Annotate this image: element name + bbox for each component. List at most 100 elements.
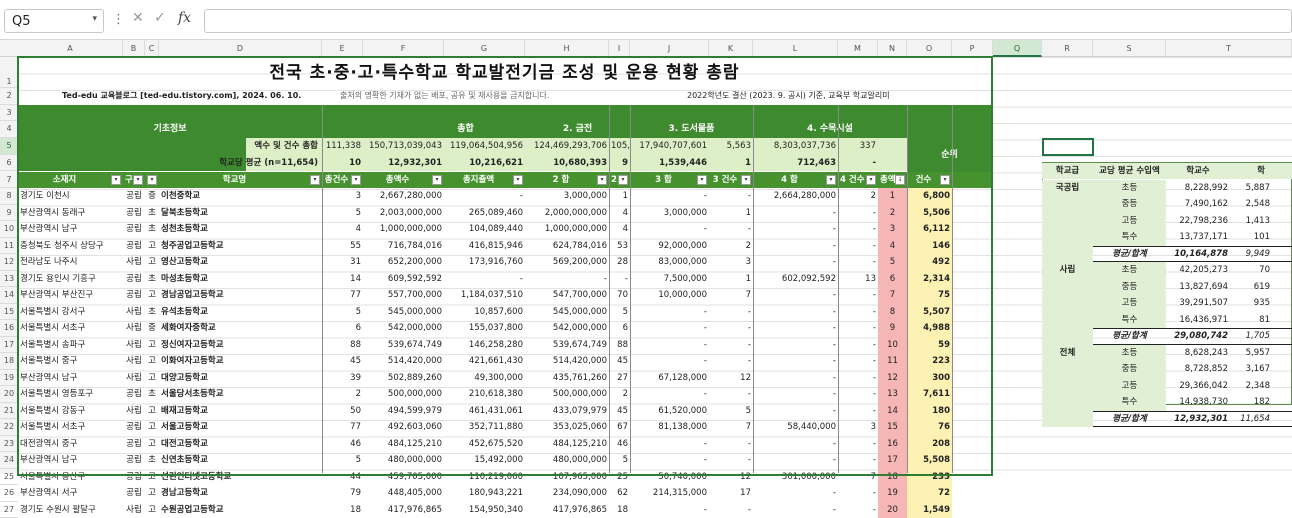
cell[interactable]: 2 <box>609 386 630 403</box>
cell[interactable]: 5 <box>609 304 630 321</box>
row-header-4[interactable]: 4 <box>0 121 18 139</box>
cell[interactable]: 18 <box>878 469 907 486</box>
cell[interactable]: 421,661,430 <box>444 353 525 370</box>
cell[interactable]: 624,784,016 <box>525 238 609 255</box>
cell[interactable]: 92,000,000 <box>630 238 709 255</box>
cell[interactable]: 83,000,000 <box>630 254 709 271</box>
cell[interactable]: 500,000,000 <box>525 386 609 403</box>
cell[interactable]: 고 <box>145 502 159 518</box>
cell[interactable]: 5,507 <box>907 304 952 321</box>
cell[interactable]: 16 <box>878 436 907 453</box>
cell[interactable]: 31 <box>322 254 363 271</box>
column-header-b[interactable]: B <box>123 40 145 57</box>
cell[interactable]: 부산광역시 부산진구 <box>18 287 123 304</box>
cell[interactable]: 서울특별시 영등포구 <box>18 386 123 403</box>
filter-dropdown-icon[interactable]: ▾ <box>351 174 361 185</box>
cell[interactable]: 고 <box>145 370 159 387</box>
cell[interactable]: - <box>709 188 753 205</box>
cell[interactable]: 569,200,000 <box>525 254 609 271</box>
cell[interactable]: 고 <box>145 419 159 436</box>
cell[interactable]: - <box>709 320 753 337</box>
cell[interactable]: 고 <box>145 254 159 271</box>
cell[interactable]: 4 <box>609 221 630 238</box>
cell[interactable]: 부산광역시 남구 <box>18 370 123 387</box>
cell[interactable]: 이화여자고등학교 <box>159 353 322 370</box>
cell[interactable]: 146,258,280 <box>444 337 525 354</box>
cell[interactable]: 서울특별시 강동구 <box>18 403 123 420</box>
cancel-icon[interactable]: ✕ <box>132 10 144 26</box>
chevron-down-icon[interactable]: ▾ <box>92 14 97 24</box>
cell[interactable]: 충청북도 청주시 상당구 <box>18 238 123 255</box>
function-icon[interactable]: fx <box>178 10 191 26</box>
cell[interactable]: 502,889,260 <box>363 370 444 387</box>
column-header-k[interactable]: K <box>709 40 753 57</box>
column-header-t[interactable]: T <box>1166 40 1292 57</box>
cell[interactable]: 대양고등학교 <box>159 370 322 387</box>
cell[interactable]: 15,492,000 <box>444 452 525 469</box>
cell[interactable]: 652,200,000 <box>363 254 444 271</box>
cell[interactable]: 4 <box>609 205 630 222</box>
cell[interactable]: 459,705,000 <box>363 469 444 486</box>
column-header-n[interactable]: N <box>878 40 907 57</box>
cell[interactable]: 39 <box>322 370 363 387</box>
cell[interactable]: 공립 <box>123 238 145 255</box>
cell[interactable]: 고 <box>145 337 159 354</box>
cell[interactable]: 1 <box>709 271 753 288</box>
column-header-j[interactable]: J <box>630 40 709 57</box>
row-header-6[interactable]: 6 <box>0 155 18 172</box>
cell[interactable]: - <box>838 370 878 387</box>
cell[interactable]: - <box>838 386 878 403</box>
cell[interactable]: - <box>753 320 838 337</box>
cell[interactable]: - <box>630 452 709 469</box>
column-header-r[interactable]: R <box>1042 40 1093 57</box>
cell[interactable]: 210,618,380 <box>444 386 525 403</box>
cell[interactable]: 110,219,060 <box>444 469 525 486</box>
filter-dropdown-icon[interactable]: ▾ <box>826 174 836 185</box>
cell[interactable]: 234,090,000 <box>525 485 609 502</box>
cell[interactable]: 신연초등학교 <box>159 452 322 469</box>
cell[interactable]: 1 <box>878 188 907 205</box>
cell[interactable]: 공립 <box>123 436 145 453</box>
filter-dropdown-icon[interactable]: ↓ <box>895 174 905 185</box>
cell[interactable]: 67,128,000 <box>630 370 709 387</box>
row-header-9[interactable]: 9 <box>0 205 18 222</box>
cell[interactable]: 공립 <box>123 485 145 502</box>
cell[interactable]: 마성초등학교 <box>159 271 322 288</box>
cell[interactable]: 53 <box>609 238 630 255</box>
row-header-18[interactable]: 18 <box>0 353 18 370</box>
row-header-8[interactable]: 8 <box>0 188 18 205</box>
cell[interactable]: 72 <box>907 485 952 502</box>
cell[interactable]: 공립 <box>123 452 145 469</box>
cell[interactable]: 2,314 <box>907 271 952 288</box>
cell[interactable]: 58,440,000 <box>753 419 838 436</box>
cell[interactable]: 서울특별시 강서구 <box>18 304 123 321</box>
cell[interactable]: 14 <box>878 403 907 420</box>
column-header-m[interactable]: M <box>838 40 878 57</box>
cell[interactable]: 12 <box>878 370 907 387</box>
cell[interactable]: - <box>630 337 709 354</box>
cell[interactable]: 사립 <box>123 403 145 420</box>
cell[interactable]: 2,667,280,000 <box>363 188 444 205</box>
cell[interactable]: - <box>838 485 878 502</box>
cell[interactable]: 301,000,000 <box>753 469 838 486</box>
cell[interactable]: 중 <box>145 188 159 205</box>
row-header-16[interactable]: 16 <box>0 320 18 337</box>
cell[interactable]: 49,300,000 <box>444 370 525 387</box>
row-header-13[interactable]: 13 <box>0 271 18 288</box>
cell[interactable]: 5 <box>322 205 363 222</box>
cell[interactable]: - <box>838 254 878 271</box>
cell[interactable]: 3 <box>709 254 753 271</box>
cell[interactable]: 557,700,000 <box>363 287 444 304</box>
cell[interactable]: 50 <box>322 403 363 420</box>
cell[interactable]: - <box>753 452 838 469</box>
cell[interactable]: 62 <box>609 485 630 502</box>
cell[interactable]: 20 <box>878 502 907 518</box>
cell[interactable]: 435,761,260 <box>525 370 609 387</box>
cell[interactable]: 77 <box>322 419 363 436</box>
cell[interactable]: 514,420,000 <box>363 353 444 370</box>
cell[interactable]: 고 <box>145 485 159 502</box>
cell[interactable]: 공립 <box>123 287 145 304</box>
cell[interactable]: - <box>838 320 878 337</box>
cell[interactable]: 5,506 <box>907 205 952 222</box>
cell[interactable]: 6,800 <box>907 188 952 205</box>
